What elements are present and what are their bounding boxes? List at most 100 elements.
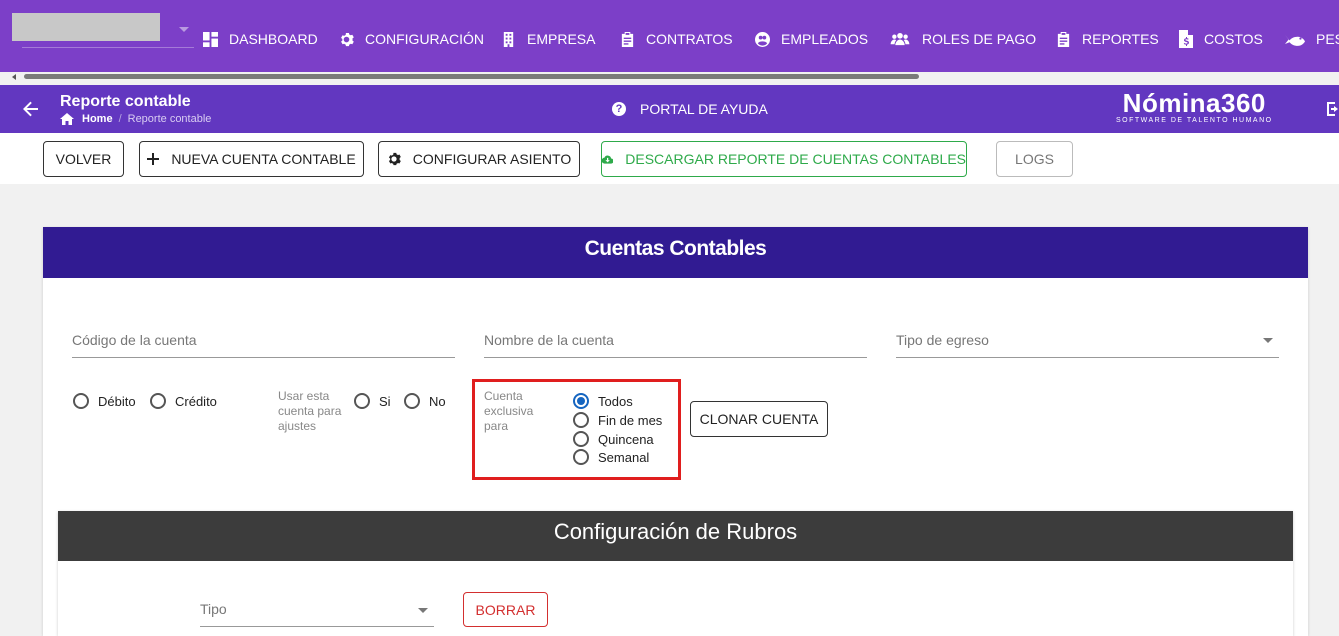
back-button-label: VOLVER <box>55 151 112 167</box>
clear-button[interactable]: BORRAR <box>463 592 548 627</box>
rubro-type-select[interactable]: Tipo <box>200 590 434 627</box>
nav-reportes[interactable]: REPORTES <box>1056 29 1159 49</box>
period-radio-todos[interactable]: Todos <box>573 393 633 409</box>
home-icon <box>60 113 74 125</box>
download-report-label: DESCARGAR REPORTE DE CUENTAS CONTABLES <box>625 151 966 167</box>
expense-type-select[interactable]: Tipo de egreso <box>896 318 1279 358</box>
nav-contratos[interactable]: CONTRATOS <box>620 29 733 49</box>
no-label: No <box>429 393 446 409</box>
nav-dashboard-label: DASHBOARD <box>229 31 318 47</box>
clipboard-list-icon <box>1057 31 1070 47</box>
account-code-input[interactable]: Código de la cuenta <box>72 318 455 358</box>
nav-configuracion-label: CONFIGURACIÓN <box>365 31 484 47</box>
page-header: Reporte contable Home / Reporte contable… <box>0 85 1339 133</box>
period-label-fin-de-mes: Fin de mes <box>598 412 663 428</box>
card-title: Cuentas Contables <box>43 227 1308 278</box>
yes-radio-circle[interactable] <box>354 393 370 409</box>
breadcrumb: Home / Reporte contable <box>60 113 211 125</box>
action-toolbar: VOLVER NUEVA CUENTA CONTABLE CONFIGURAR … <box>0 133 1339 184</box>
period-radio-semanal[interactable]: Semanal <box>573 449 649 465</box>
period-label-semanal: Semanal <box>598 449 650 465</box>
exclusive-label: Cuenta exclusiva para <box>484 389 534 433</box>
nav-empresa[interactable]: EMPRESA <box>501 29 595 49</box>
yes-label: Si <box>379 393 391 409</box>
horizontal-scrollbar[interactable] <box>8 72 1339 81</box>
scroll-left-icon[interactable] <box>12 74 16 80</box>
logout-icon[interactable] <box>1327 101 1339 117</box>
nav-empleados[interactable]: EMPLEADOS <box>755 29 868 49</box>
gear-icon <box>388 152 401 166</box>
debit-label: Débito <box>98 393 136 409</box>
brand-logo: Nómina360 SOFTWARE DE TALENTO HUMANO <box>1116 88 1273 124</box>
brand-tagline: SOFTWARE DE TALENTO HUMANO <box>1116 117 1273 124</box>
page-title: Reporte contable <box>60 93 191 110</box>
no-radio-circle[interactable] <box>404 393 420 409</box>
nav-empleados-label: EMPLEADOS <box>781 31 869 47</box>
nav-costos[interactable]: COSTOS <box>1179 29 1263 49</box>
period-label-todos: Todos <box>598 393 633 409</box>
dashboard-icon <box>203 31 218 47</box>
rubro-type-placeholder: Tipo <box>200 601 227 617</box>
cloud-download-icon <box>602 155 614 164</box>
back-button[interactable]: VOLVER <box>43 141 124 177</box>
configure-entry-button[interactable]: CONFIGURAR ASIENTO <box>378 141 580 177</box>
nav-costos-label: COSTOS <box>1204 31 1263 47</box>
breadcrumb-separator: / <box>118 113 122 125</box>
quincena-radio-circle[interactable] <box>573 431 589 447</box>
chevron-down-icon <box>1263 338 1273 343</box>
logs-button[interactable]: LOGS <box>996 141 1073 177</box>
nav-roles-label: ROLES DE PAGO <box>922 31 1037 47</box>
building-icon <box>503 31 514 47</box>
scrollbar-thumb[interactable] <box>24 74 919 79</box>
help-portal-link[interactable]: ? PORTAL DE AYUDA <box>612 101 768 117</box>
adjustments-yes-radio[interactable]: Si <box>354 393 391 409</box>
globe-user-icon <box>755 31 770 47</box>
new-account-label: NUEVA CUENTA CONTABLE <box>171 151 356 167</box>
clone-account-label: CLONAR CUENTA <box>699 411 819 427</box>
nav-contratos-label: CONTRATOS <box>646 31 733 47</box>
question-icon: ? <box>612 102 626 116</box>
nav-configuracion[interactable]: CONFIGURACIÓN <box>339 29 484 49</box>
clear-button-label: BORRAR <box>475 601 536 618</box>
nav-pes[interactable]: PES <box>1285 29 1339 49</box>
nav-roles-de-pago[interactable]: ROLES DE PAGO <box>889 29 1036 49</box>
breadcrumb-home[interactable]: Home <box>82 113 113 125</box>
credit-radio[interactable]: Crédito <box>150 393 217 409</box>
new-account-button[interactable]: NUEVA CUENTA CONTABLE <box>139 141 364 177</box>
credit-radio-circle[interactable] <box>150 393 166 409</box>
chevron-down-icon[interactable] <box>179 27 189 32</box>
fin-de-mes-radio-circle[interactable] <box>573 412 589 428</box>
breadcrumb-current: Reporte contable <box>127 113 212 125</box>
rubros-title: Configuración de Rubros <box>58 511 1293 561</box>
nav-empresa-label: EMPRESA <box>527 31 596 47</box>
adjustments-label: Usar esta cuenta para ajustes <box>278 389 342 433</box>
back-arrow-icon[interactable] <box>22 100 40 118</box>
clone-account-button[interactable]: CLONAR CUENTA <box>690 401 828 437</box>
semanal-radio-circle[interactable] <box>573 449 589 465</box>
period-label-quincena: Quincena <box>598 431 654 447</box>
period-radio-fin-de-mes[interactable]: Fin de mes <box>573 412 662 428</box>
debit-radio[interactable]: Débito <box>73 393 136 409</box>
gear-icon <box>341 32 354 46</box>
nav-pes-label: PES <box>1316 31 1339 47</box>
logs-button-label: LOGS <box>1015 151 1054 167</box>
period-radio-quincena[interactable]: Quincena <box>573 431 654 447</box>
nav-dashboard[interactable]: DASHBOARD <box>203 29 318 49</box>
download-report-button[interactable]: DESCARGAR REPORTE DE CUENTAS CONTABLES <box>601 141 967 177</box>
company-selector[interactable] <box>12 13 160 41</box>
account-name-placeholder: Nombre de la cuenta <box>484 332 614 348</box>
todos-radio-circle[interactable] <box>573 393 589 409</box>
clipboard-icon <box>621 31 634 47</box>
expense-type-placeholder: Tipo de egreso <box>896 332 989 348</box>
plus-icon <box>147 153 160 165</box>
configure-entry-label: CONFIGURAR ASIENTO <box>412 151 572 167</box>
account-name-input[interactable]: Nombre de la cuenta <box>484 318 867 358</box>
account-code-placeholder: Código de la cuenta <box>72 332 197 348</box>
nav-reportes-label: REPORTES <box>1082 31 1159 47</box>
company-selector-underline <box>22 47 194 48</box>
users-icon <box>890 32 910 45</box>
top-navbar: DASHBOARD CONFIGURACIÓN EMPRESA CONTRATO… <box>0 0 1339 72</box>
adjustments-no-radio[interactable]: No <box>404 393 446 409</box>
debit-radio-circle[interactable] <box>73 393 89 409</box>
brand-name: Nómina360 <box>1122 88 1266 118</box>
